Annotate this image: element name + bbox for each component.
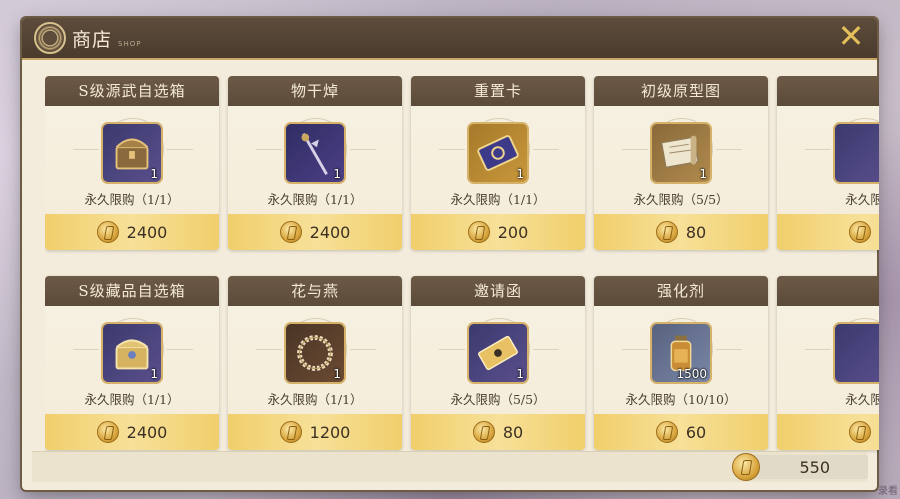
coin-icon bbox=[732, 453, 760, 481]
purchase-limit: 永久限 bbox=[845, 192, 879, 207]
watermark: 录看 bbox=[878, 486, 898, 497]
card-icon: 1 bbox=[467, 122, 529, 184]
close-icon[interactable]: ✕ bbox=[835, 20, 867, 52]
scroll-icon: 1 bbox=[650, 122, 712, 184]
purchase-limit: 永久限购（1/1） bbox=[84, 392, 180, 407]
coin-icon bbox=[849, 421, 871, 443]
price-button[interactable] bbox=[777, 214, 879, 250]
price-button[interactable]: 80 bbox=[411, 414, 585, 450]
chest-icon: 1 bbox=[101, 122, 163, 184]
purchase-limit: 永久限购（5/5） bbox=[450, 392, 546, 407]
currency-balance: 550 bbox=[732, 453, 868, 481]
coin-icon bbox=[655, 421, 678, 443]
ticket-icon: 1 bbox=[467, 322, 529, 384]
coin-icon bbox=[467, 221, 490, 243]
wreath-icon: 1 bbox=[284, 322, 346, 384]
price-button[interactable]: 1200 bbox=[228, 414, 402, 450]
staff-weapon-icon: 1 bbox=[284, 122, 346, 184]
shop-item-card[interactable]: S级源武自选箱 1 永久限购（1/1） 2400 bbox=[45, 76, 219, 250]
shop-subtitle: SHOP bbox=[118, 40, 142, 48]
shop-item-card[interactable]: 物干焯 1 永久限购（1/1） 2400 bbox=[228, 76, 402, 250]
coin-icon bbox=[472, 421, 495, 443]
shop-item-card[interactable]: 邀请函 1 永久限购（5/5） 80 bbox=[411, 276, 585, 450]
purchase-limit: 永久限购（1/1） bbox=[84, 192, 180, 207]
purchase-limit: 永久限购（1/1） bbox=[450, 192, 546, 207]
purchase-limit: 永久限购（5/5） bbox=[633, 192, 729, 207]
currency-bar: 550 bbox=[32, 451, 868, 482]
purchase-limit: 永久限 bbox=[845, 392, 879, 407]
purchase-limit: 永久限购（1/1） bbox=[267, 192, 363, 207]
partial-icon bbox=[833, 322, 879, 384]
shop-item-card[interactable]: 永久限 bbox=[777, 276, 879, 450]
item-name bbox=[777, 76, 879, 106]
price-button[interactable]: 2400 bbox=[45, 414, 219, 450]
bottle-icon: 1500 bbox=[650, 322, 712, 384]
shop-title: 商店 bbox=[72, 29, 113, 51]
shop-emblem-icon bbox=[34, 22, 66, 54]
purchase-limit: 永久限购（10/10） bbox=[625, 392, 737, 407]
shop-panel: 商店 SHOP ✕ S级源武自选箱 1 永久限购（1/1） 2400 物干焯 1 bbox=[22, 18, 879, 490]
coin-icon bbox=[655, 221, 678, 243]
coin-icon bbox=[96, 221, 119, 243]
price-button[interactable]: 200 bbox=[411, 214, 585, 250]
shop-item-card[interactable]: 初级原型图 1 永久限购（5/5） 80 bbox=[594, 76, 768, 250]
coin-icon bbox=[279, 421, 302, 443]
price-button[interactable]: 2400 bbox=[228, 214, 402, 250]
item-name: 重置卡 bbox=[411, 76, 585, 106]
price-button[interactable]: 80 bbox=[594, 214, 768, 250]
price-button[interactable]: 60 bbox=[594, 414, 768, 450]
item-name: 花与燕 bbox=[228, 276, 402, 306]
partial-icon bbox=[833, 122, 879, 184]
item-name: 邀请函 bbox=[411, 276, 585, 306]
shop-item-card[interactable]: 永久限 bbox=[777, 76, 879, 250]
shop-item-card[interactable]: S级藏品自选箱 1 永久限购（1/1） 2400 bbox=[45, 276, 219, 450]
shop-item-card[interactable]: 强化剂 1500 永久限购（10/10） 60 bbox=[594, 276, 768, 450]
item-name bbox=[777, 276, 879, 306]
item-name: 初级原型图 bbox=[594, 76, 768, 106]
balance-value: 550 bbox=[799, 457, 830, 477]
item-name: S级藏品自选箱 bbox=[45, 276, 219, 306]
coin-icon bbox=[96, 421, 119, 443]
purchase-limit: 永久限购（1/1） bbox=[267, 392, 363, 407]
item-name: 强化剂 bbox=[594, 276, 768, 306]
price-button[interactable] bbox=[777, 414, 879, 450]
item-name: S级源武自选箱 bbox=[45, 76, 219, 106]
coin-icon bbox=[279, 221, 302, 243]
shop-item-card[interactable]: 花与燕 1 永久限购（1/1） 1200 bbox=[228, 276, 402, 450]
price-button[interactable]: 2400 bbox=[45, 214, 219, 250]
item-name: 物干焯 bbox=[228, 76, 402, 106]
ornate-chest-icon: 1 bbox=[101, 322, 163, 384]
coin-icon bbox=[849, 221, 871, 243]
shop-item-card[interactable]: 重置卡 1 永久限购（1/1） 200 bbox=[411, 76, 585, 250]
shop-header: 商店 SHOP ✕ bbox=[22, 18, 877, 60]
item-grid: S级源武自选箱 1 永久限购（1/1） 2400 物干焯 1 永久限购（1/1） bbox=[45, 76, 879, 458]
